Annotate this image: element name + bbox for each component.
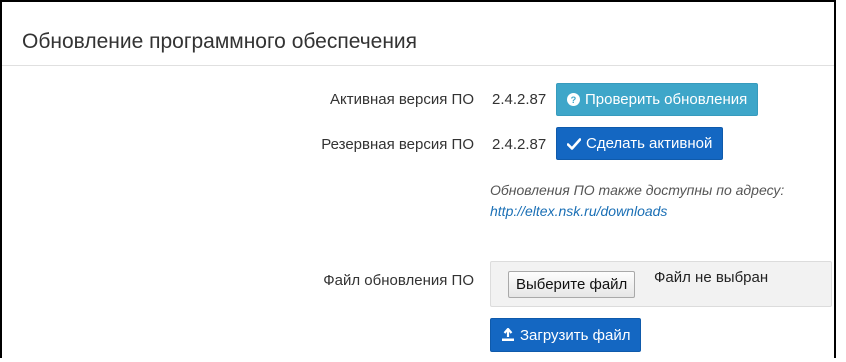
- panel-title: Обновление программного обеспечения: [22, 30, 418, 53]
- make-active-button[interactable]: Сделать активной: [556, 127, 724, 160]
- active-version-label: Активная версия ПО: [330, 91, 474, 108]
- upload-file-button[interactable]: Загрузить файл: [490, 318, 642, 352]
- choose-file-button[interactable]: Выберите файл: [508, 271, 636, 298]
- backup-version-value: 2.4.2.87: [492, 136, 547, 153]
- question-circle-icon: ?: [567, 93, 580, 106]
- backup-version-label: Резервная версия ПО: [321, 136, 474, 153]
- file-status: Файл не выбран: [654, 269, 769, 286]
- update-file-label: Файл обновления ПО: [323, 272, 474, 289]
- check-updates-button[interactable]: ? Проверить обновления: [556, 83, 759, 116]
- active-version-value: 2.4.2.87: [492, 91, 547, 108]
- upload-icon: [501, 328, 515, 342]
- file-input[interactable]: Выберите файл Файл не выбран: [490, 261, 832, 307]
- svg-text:?: ?: [571, 95, 577, 105]
- firmware-update-panel: Обновление программного обеспечения Акти…: [0, 0, 836, 358]
- check-icon: [567, 137, 581, 150]
- check-updates-label: Проверить обновления: [585, 91, 748, 108]
- help-text: Обновления ПО также доступны по адресу:: [490, 182, 785, 198]
- downloads-link[interactable]: http://eltex.nsk.ru/downloads: [490, 203, 667, 219]
- upload-file-label: Загрузить файл: [520, 326, 631, 344]
- panel-heading: Обновление программного обеспечения: [2, 2, 834, 66]
- make-active-label: Сделать активной: [586, 135, 713, 152]
